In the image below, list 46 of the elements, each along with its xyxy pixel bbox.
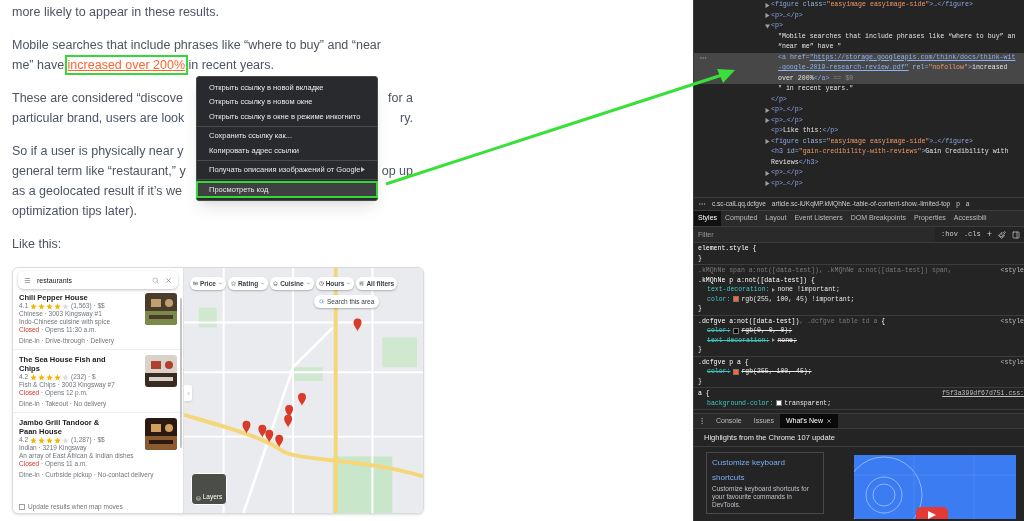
sidebar-toggle-icon[interactable] (1012, 230, 1020, 239)
more-icon[interactable] (698, 200, 706, 208)
search-icon (319, 299, 324, 304)
caret-icon (346, 281, 352, 286)
expand-triangle-icon[interactable] (772, 287, 776, 292)
caret-icon (305, 281, 311, 286)
paragraph-fragment: So if a user is physically near y (12, 143, 184, 160)
paragraph-fragment: These are considered “discove (12, 90, 183, 107)
sliders-icon (359, 281, 365, 286)
paragraph: more likely to appear in these results. (12, 4, 221, 21)
color-swatch[interactable] (776, 400, 783, 407)
caret-icon (217, 281, 223, 286)
paragraph-fragment: particular brand, users are look (12, 110, 185, 127)
paragraph-fragment: for a (388, 90, 413, 107)
expand-triangle-icon[interactable] (765, 118, 770, 123)
chevron-left-icon (185, 390, 191, 396)
paragraph-fragment: ry. (400, 110, 413, 127)
banknote-icon (193, 281, 198, 286)
paintbrush-icon[interactable] (998, 230, 1006, 239)
color-swatch[interactable] (733, 296, 740, 303)
expand-triangle-icon[interactable] (765, 13, 770, 18)
paragraph: Like this: (12, 236, 63, 253)
caret-icon (260, 281, 266, 286)
paragraph-fragment: as a geolocated result if it’s we (12, 183, 182, 200)
drawer-menu-icon[interactable] (698, 417, 706, 425)
collapse-triangle-icon[interactable] (765, 23, 770, 29)
color-swatch[interactable] (733, 368, 740, 375)
expand-triangle-icon[interactable] (765, 170, 770, 176)
layers-icon (195, 496, 201, 501)
expand-triangle-icon[interactable] (765, 2, 770, 8)
expand-triangle-icon[interactable] (765, 139, 770, 144)
paragraph: Mobile searches that include phrases like “where to buy” and “near me” have increased over 200% in recent years. (12, 35, 425, 75)
card-link[interactable]: Customize keyboard shortcuts (712, 455, 818, 485)
paragraph-fragment: optimization tips later). (12, 203, 138, 220)
submenu-arrow-icon (361, 167, 365, 173)
chef-hat-icon (273, 281, 279, 286)
paragraph-fragment: general term like “restaurant,” y (12, 163, 186, 180)
expand-triangle-icon[interactable] (765, 181, 770, 186)
close-icon[interactable] (826, 418, 833, 424)
star-icon (230, 281, 236, 286)
expand-triangle-icon[interactable] (765, 107, 770, 113)
clock-icon (318, 281, 324, 286)
expand-triangle-icon[interactable] (772, 338, 776, 343)
add-rule-button[interactable]: + (986, 227, 992, 242)
color-swatch[interactable] (733, 327, 740, 334)
checkbox[interactable] (19, 504, 25, 510)
